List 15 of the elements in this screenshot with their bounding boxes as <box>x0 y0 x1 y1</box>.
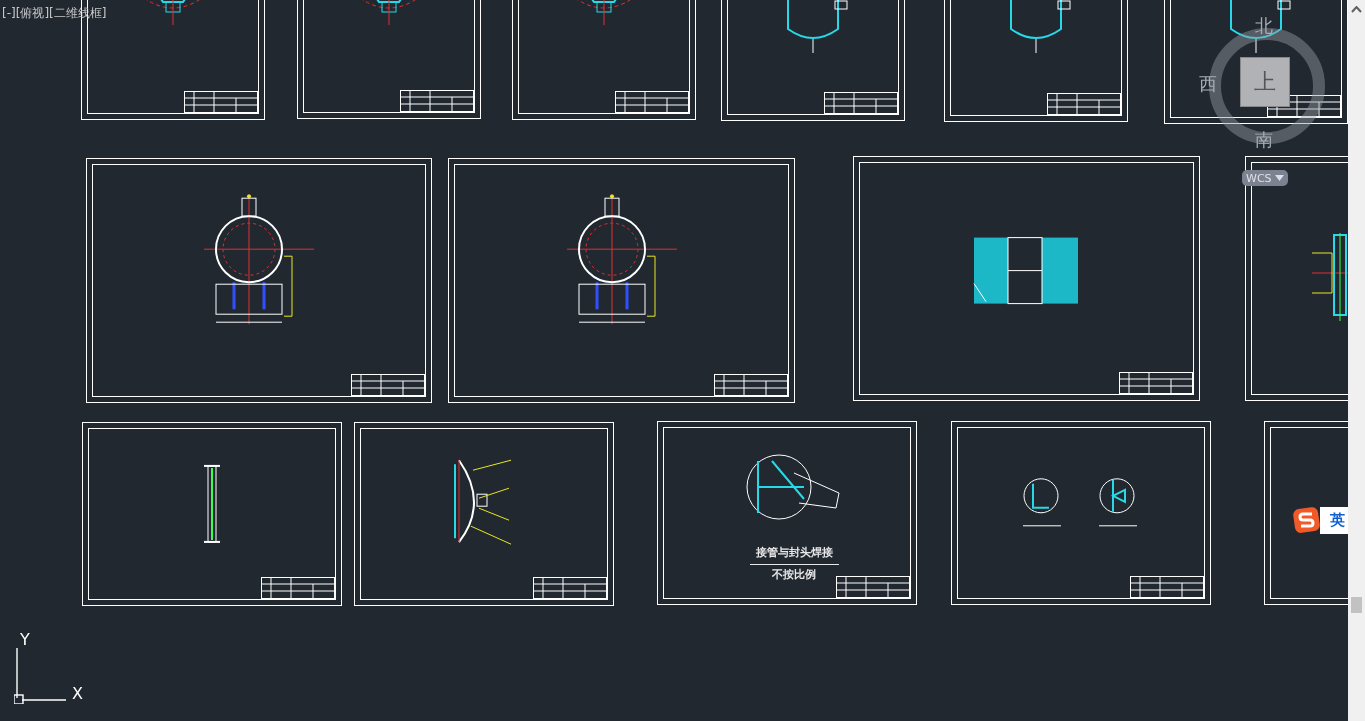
ucs-y-label: Y <box>20 632 30 648</box>
compass-west[interactable]: 西 <box>1199 72 1217 96</box>
scrollbar-thumb[interactable] <box>1351 597 1362 613</box>
detail-caption: 接管与封头焊接 <box>749 545 839 565</box>
ucs-axes-icon <box>14 648 68 704</box>
compass-north[interactable]: 北 <box>1255 14 1273 38</box>
caret-icon <box>1274 175 1284 181</box>
ucs-x-label: X <box>72 686 83 702</box>
vertical-scrollbar[interactable] <box>1348 0 1365 721</box>
compass-south[interactable]: 南 <box>1255 128 1273 152</box>
wcs-dropdown[interactable]: WCS <box>1242 170 1288 186</box>
scale-note: 不按比例 <box>772 567 816 582</box>
scroll-up-icon[interactable] <box>1351 6 1362 13</box>
viewcube-top-face[interactable]: 上 <box>1240 57 1290 107</box>
input-method-logo-icon <box>1292 505 1322 535</box>
